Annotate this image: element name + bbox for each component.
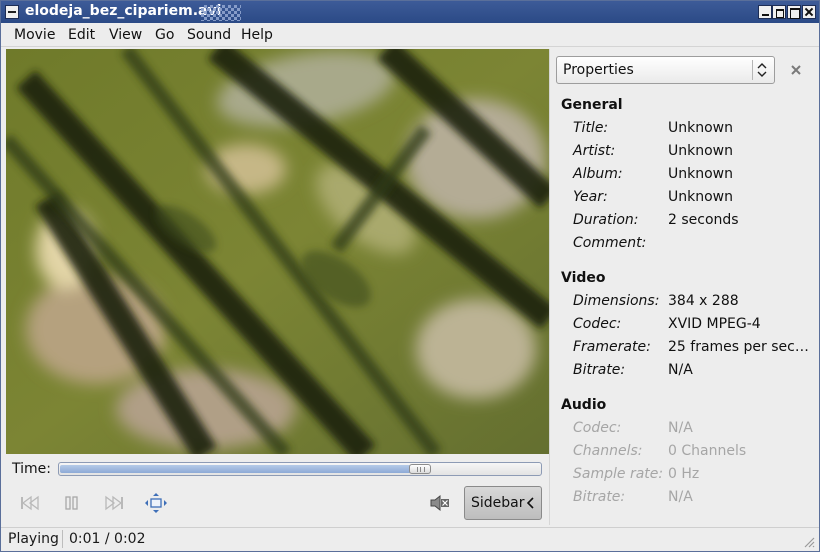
sidebar-selector[interactable]: Properties — [556, 56, 775, 84]
skip-back-icon[interactable] — [19, 493, 41, 513]
prop-key: Codec: — [573, 420, 622, 436]
menu-edit[interactable]: Edit — [68, 27, 95, 43]
prop-key: Duration: — [573, 212, 639, 228]
prop-value: N/A — [668, 420, 693, 436]
menu-go[interactable]: Go — [155, 27, 174, 43]
menu-movie[interactable]: Movie — [14, 27, 55, 43]
prop-key: Channels: — [573, 443, 643, 459]
resize-grip-icon[interactable] — [803, 536, 815, 548]
seek-bar[interactable] — [58, 462, 542, 476]
close-button[interactable] — [802, 5, 816, 19]
pause-icon[interactable] — [61, 493, 83, 513]
prop-value: 2 seconds — [668, 212, 739, 228]
audio-heading: Audio — [561, 397, 607, 413]
prop-value: 0 Channels — [668, 443, 747, 459]
prop-key: Dimensions: — [573, 293, 660, 309]
prop-key: Bitrate: — [573, 489, 626, 505]
sidebar-selector-value: Properties — [563, 62, 634, 78]
prop-key: Comment: — [573, 235, 647, 251]
video-area[interactable] — [6, 49, 549, 454]
up-down-arrows-icon — [757, 63, 767, 77]
seek-progress — [60, 465, 420, 473]
prop-value: Unknown — [668, 189, 733, 205]
skip-forward-icon[interactable] — [103, 493, 125, 513]
seek-handle[interactable] — [409, 464, 431, 474]
volume-muted-icon[interactable] — [429, 493, 451, 513]
prop-value: 0 Hz — [668, 466, 700, 482]
prop-value: Unknown — [668, 166, 733, 182]
menu-bar: Movie Edit View Go Sound Help — [1, 23, 819, 47]
general-heading: General — [561, 97, 623, 113]
title-bar[interactable]: elodeja_bez_cipariem.avi — [1, 1, 819, 23]
minimize-button[interactable] — [758, 5, 772, 19]
pane-separator[interactable] — [549, 49, 550, 525]
window-title: elodeja_bez_cipariem.avi — [25, 3, 222, 19]
menu-view[interactable]: View — [109, 27, 142, 43]
prop-key: Artist: — [573, 143, 616, 159]
prop-value: N/A — [668, 489, 693, 505]
video-frame — [6, 49, 549, 454]
prop-value: N/A — [668, 362, 693, 378]
prop-key: Album: — [573, 166, 623, 182]
sidebar-toggle-button[interactable]: Sidebar — [464, 486, 542, 520]
fullscreen-icon[interactable] — [145, 493, 167, 513]
restore-button[interactable] — [772, 5, 786, 19]
prop-key: Sample rate: — [573, 466, 664, 482]
prop-key: Year: — [573, 189, 608, 205]
combo-divider — [752, 60, 753, 80]
prop-key: Framerate: — [573, 339, 651, 355]
window-menu-button[interactable] — [5, 5, 19, 19]
prop-value: 25 frames per sec… — [668, 339, 808, 355]
maximize-button[interactable] — [787, 5, 801, 19]
time-label: Time: — [12, 461, 51, 477]
status-bar: Playing 0:01 / 0:02 — [1, 527, 819, 551]
chevron-left-icon — [527, 497, 534, 509]
menu-sound[interactable]: Sound — [187, 27, 231, 43]
prop-value: Unknown — [668, 143, 733, 159]
title-decoration — [201, 5, 241, 21]
video-heading: Video — [561, 270, 606, 286]
player-window: elodeja_bez_cipariem.avi Movie Edit View… — [0, 0, 820, 552]
prop-value: Unknown — [668, 120, 733, 136]
status-time: 0:01 / 0:02 — [69, 531, 146, 547]
prop-key: Bitrate: — [573, 362, 626, 378]
status-divider — [62, 530, 63, 548]
prop-value: 384 x 288 — [668, 293, 739, 309]
prop-key: Title: — [573, 120, 609, 136]
sidebar-button-label: Sidebar — [471, 495, 525, 511]
status-playing: Playing — [8, 531, 59, 547]
prop-value: XVID MPEG-4 — [668, 316, 761, 332]
close-icon[interactable] — [788, 62, 804, 78]
prop-key: Codec: — [573, 316, 622, 332]
menu-help[interactable]: Help — [241, 27, 273, 43]
